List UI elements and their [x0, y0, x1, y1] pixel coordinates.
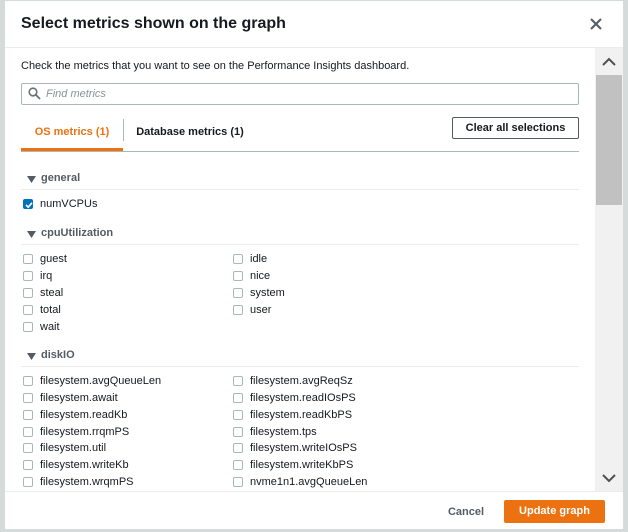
- scroll-up-icon[interactable]: [595, 52, 623, 72]
- metric-tabs: OS metrics (1) Database metrics (1) Clea…: [21, 114, 579, 152]
- checkbox[interactable]: [23, 254, 33, 264]
- checkbox[interactable]: [23, 288, 33, 298]
- checkbox[interactable]: [233, 254, 243, 264]
- section-divider: [21, 189, 579, 190]
- dialog-footer: Cancel Update graph: [5, 491, 623, 530]
- checkbox[interactable]: [23, 460, 33, 470]
- checkbox[interactable]: [233, 376, 243, 386]
- clear-all-button[interactable]: Clear all selections: [452, 117, 579, 139]
- checkbox[interactable]: [233, 443, 243, 453]
- checkbox[interactable]: [23, 376, 33, 386]
- checkbox[interactable]: [23, 427, 33, 437]
- metric-label: steal: [40, 287, 64, 299]
- section-divider: [21, 366, 579, 367]
- search-icon: [28, 87, 41, 105]
- checkbox[interactable]: [233, 288, 243, 298]
- checkbox[interactable]: [233, 271, 243, 281]
- metric-label: filesystem.util: [40, 442, 107, 454]
- checkbox[interactable]: [233, 305, 243, 315]
- metric-label: filesystem.readKbPS: [250, 409, 353, 421]
- metric-label: system: [250, 287, 285, 299]
- checkbox[interactable]: [23, 271, 33, 281]
- section-divider: [21, 244, 579, 245]
- metric-label: filesystem.readIOsPS: [250, 392, 356, 404]
- close-icon[interactable]: [585, 13, 607, 35]
- vertical-scrollbar[interactable]: [595, 48, 623, 491]
- metric-label: filesystem.writeIOsPS: [250, 442, 357, 454]
- checkbox[interactable]: [23, 305, 33, 315]
- metric-label: filesystem.writeKb: [40, 459, 129, 471]
- metric-label: total: [40, 304, 61, 316]
- metric-label: nvme1n1.avgQueueLen: [250, 476, 368, 488]
- dialog-header: Select metrics shown on the graph: [5, 1, 623, 48]
- checkbox-checked[interactable]: [23, 199, 33, 209]
- metric-label: filesystem.wrqmPS: [40, 476, 134, 488]
- section-title: cpuUtilization: [41, 227, 114, 239]
- checkbox[interactable]: [23, 477, 33, 487]
- caret-down-icon: [27, 352, 36, 364]
- metric-label: filesystem.avgQueueLen: [40, 375, 162, 387]
- metric-label: filesystem.avgReqSz: [250, 375, 353, 387]
- metric-label: numVCPUs: [40, 198, 98, 210]
- search-box: [21, 83, 579, 105]
- search-input[interactable]: [46, 86, 566, 102]
- dialog-description: Check the metrics that you want to see o…: [21, 60, 410, 72]
- checkbox[interactable]: [233, 477, 243, 487]
- checkbox[interactable]: [233, 460, 243, 470]
- tab-database-metrics[interactable]: Database metrics (1): [125, 114, 255, 150]
- metric-label: filesystem.tps: [250, 426, 317, 438]
- metric-label: nice: [250, 270, 271, 282]
- checkbox[interactable]: [23, 322, 33, 332]
- cancel-button[interactable]: Cancel: [441, 502, 491, 522]
- checkbox[interactable]: [233, 427, 243, 437]
- caret-down-icon: [27, 230, 36, 242]
- dialog-body: Check the metrics that you want to see o…: [5, 48, 595, 491]
- metric-label: filesystem.writeKbPS: [250, 459, 354, 471]
- metric-label: wait: [40, 321, 60, 333]
- metric-label: guest: [40, 253, 67, 265]
- metric-label: filesystem.rrqmPS: [40, 426, 130, 438]
- section-title: general: [41, 172, 81, 184]
- checkbox[interactable]: [233, 393, 243, 403]
- update-graph-button[interactable]: Update graph: [504, 500, 605, 523]
- checkbox[interactable]: [23, 410, 33, 420]
- dialog-title: Select metrics shown on the graph: [21, 15, 286, 32]
- metric-label: irq: [40, 270, 53, 282]
- section-title: diskIO: [41, 349, 75, 361]
- metric-label: filesystem.readKb: [40, 409, 128, 421]
- scroll-down-icon[interactable]: [595, 468, 623, 488]
- metric-label: user: [250, 304, 272, 316]
- checkbox[interactable]: [23, 443, 33, 453]
- tab-divider: [123, 119, 124, 141]
- checkbox[interactable]: [233, 410, 243, 420]
- metrics-dialog: Select metrics shown on the graph Check …: [4, 0, 624, 530]
- checkbox[interactable]: [23, 393, 33, 403]
- scrollbar-thumb[interactable]: [596, 75, 622, 205]
- caret-down-icon: [27, 175, 36, 187]
- tab-os-metrics[interactable]: OS metrics (1): [21, 114, 123, 151]
- metric-label: filesystem.await: [40, 392, 118, 404]
- metric-label: idle: [250, 253, 268, 265]
